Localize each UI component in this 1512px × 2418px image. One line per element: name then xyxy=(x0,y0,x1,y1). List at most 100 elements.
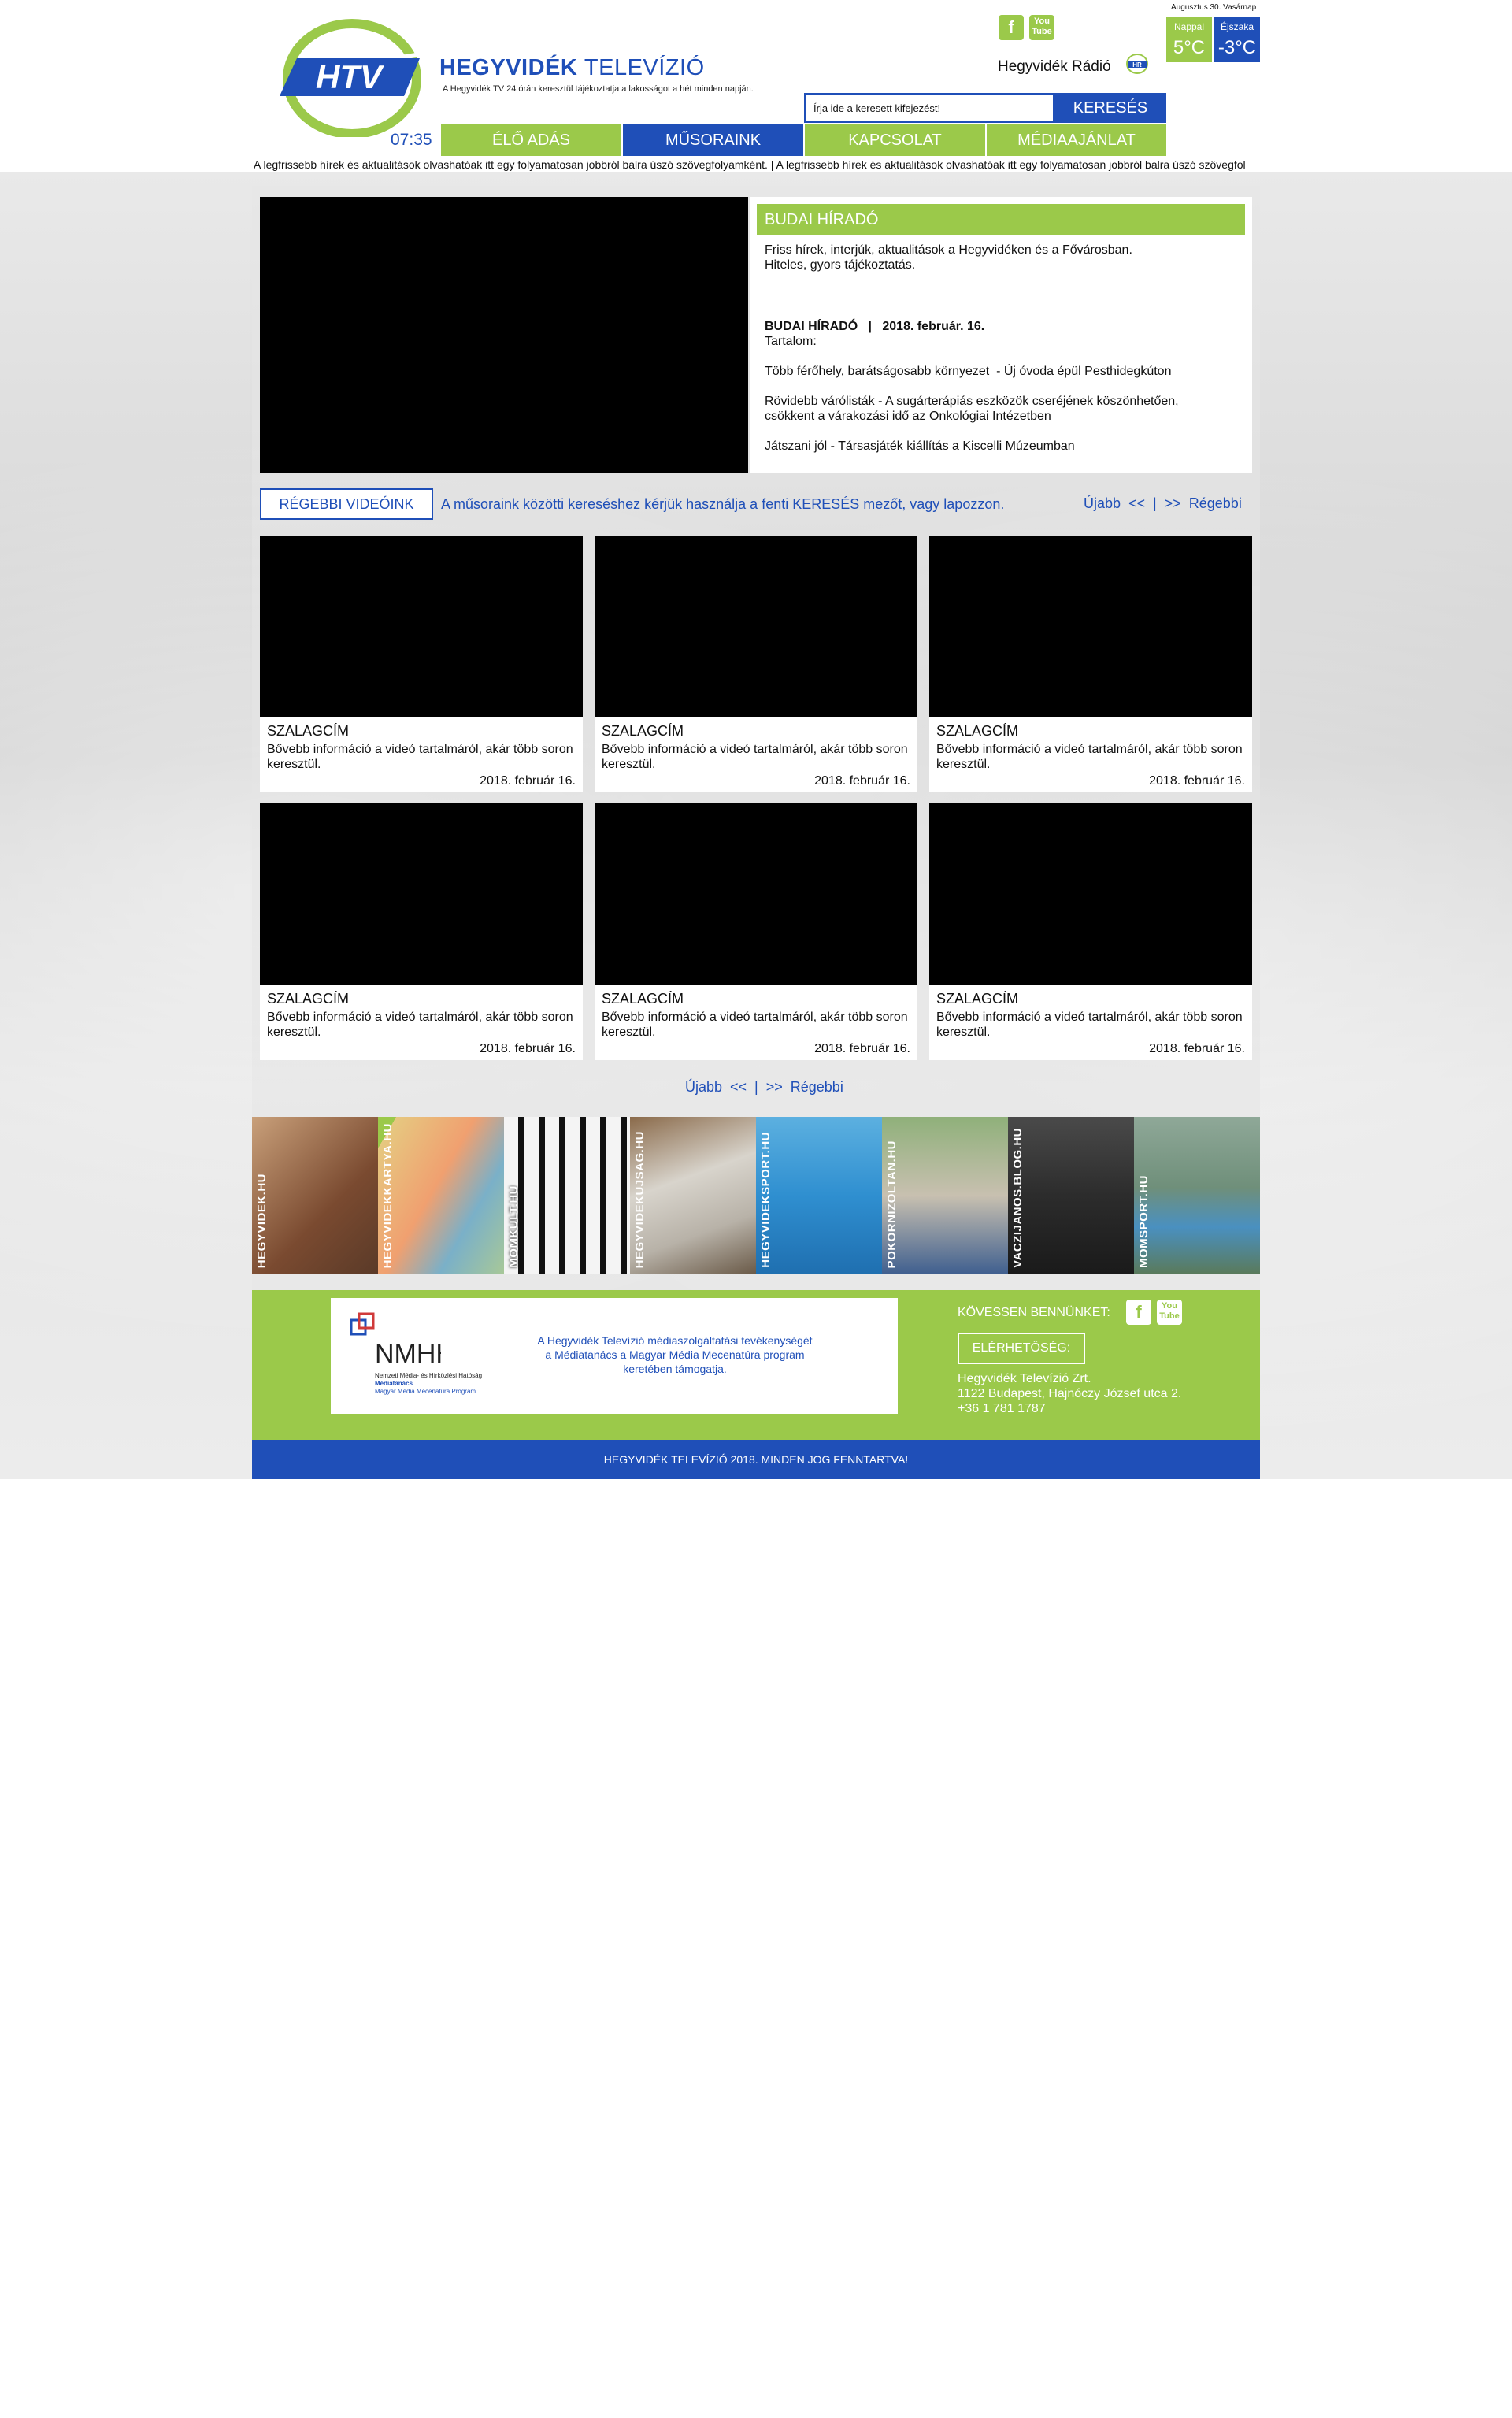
video-card[interactable]: SZALAGCÍM Bővebb információ a videó tart… xyxy=(595,536,917,792)
site-title: HEGYVIDÉK TELEVÍZIÓ xyxy=(439,55,705,81)
search-input[interactable] xyxy=(806,95,1053,121)
current-date: Augusztus 30. Vasárnap xyxy=(1171,3,1257,12)
nmhh-name: Nemzeti Média- és Hírközlési Hatóság Méd… xyxy=(375,1372,482,1396)
feature-item-3[interactable]: Játszani jól - Társasjáték kiállítás a K… xyxy=(765,439,1075,454)
video-card-date: 2018. február 16. xyxy=(814,1042,910,1055)
banner-momsport[interactable]: MOMSPORT.HU xyxy=(1134,1117,1260,1274)
feature-item-1[interactable]: Több férőhely, barátságosabb környezet -… xyxy=(765,364,1171,379)
news-ticker: A legfrissebb hírek és aktualitások olva… xyxy=(254,158,1246,171)
partner-banners: HEGYVIDEK.HU HEGYVIDEKKARTYA.HU MOMKULT.… xyxy=(252,1117,1260,1274)
site-title-bold: HEGYVIDÉK xyxy=(439,55,578,80)
contact-button[interactable]: ELÉRHETŐSÉG: xyxy=(958,1333,1085,1364)
radio-logo-icon[interactable]: HR xyxy=(1125,52,1149,76)
banner-vaczijanos[interactable]: VACZIJANOS.BLOG.HU xyxy=(1008,1117,1134,1274)
company-name: Hegyvidék Televízió Zrt. xyxy=(958,1372,1091,1385)
feature-contents-label: Tartalom: xyxy=(765,335,817,348)
nmhh-name-line-2: Médiatanács xyxy=(375,1380,413,1387)
video-card[interactable]: SZALAGCÍM Bővebb információ a videó tart… xyxy=(929,803,1252,1060)
facebook-icon[interactable]: f xyxy=(1126,1300,1151,1325)
feature-title: BUDAI HÍRADÓ xyxy=(757,204,1245,235)
video-thumbnail[interactable] xyxy=(260,803,583,985)
older-videos-button[interactable]: RÉGEBBI VIDEÓINK xyxy=(260,488,433,520)
nav-item-programs[interactable]: MŰSORAINK xyxy=(623,124,803,156)
banner-label: HEGYVIDEKUJSAG.HU xyxy=(633,1130,647,1268)
banner-label: HEGYVIDEK.HU xyxy=(255,1173,269,1268)
video-card-title[interactable]: SZALAGCÍM xyxy=(267,991,349,1007)
feature-item-2b[interactable]: csökkent a várakozási idő az Onkológiai … xyxy=(765,409,1051,424)
banner-label: HEGYVIDEKKARTYA.HU xyxy=(381,1122,395,1268)
feature-video-player[interactable] xyxy=(260,197,748,473)
video-card[interactable]: SZALAGCÍM Bővebb információ a videó tart… xyxy=(260,803,583,1060)
banner-label: VACZIJANOS.BLOG.HU xyxy=(1011,1128,1025,1268)
video-thumbnail[interactable] xyxy=(929,803,1252,985)
feature-episode: BUDAI HÍRADÓ | 2018. február. 16. xyxy=(765,320,985,333)
pager-bottom[interactable]: Újabb << | >> Régebbi xyxy=(685,1079,843,1096)
company-phone: +36 1 781 1787 xyxy=(958,1402,1046,1415)
site-tagline: A Hegyvidék TV 24 órán keresztül tájékoz… xyxy=(443,84,754,94)
video-card-title[interactable]: SZALAGCÍM xyxy=(267,723,349,740)
weather-day: Nappal 5°C xyxy=(1166,17,1212,62)
feature-info-panel xyxy=(750,197,1252,473)
facebook-icon[interactable]: f xyxy=(999,15,1024,40)
video-card-desc: Bővebb információ a videó tartalmáról, a… xyxy=(936,1011,1243,1039)
clock: 07:35 xyxy=(391,131,432,149)
banner-pokornizoltan[interactable]: POKORNIZOLTAN.HU xyxy=(882,1117,1008,1274)
banner-momkult[interactable]: MOMKULT.HU xyxy=(504,1117,630,1274)
nav-item-contact[interactable]: KAPCSOLAT xyxy=(805,124,985,156)
banner-hegyvidek[interactable]: HEGYVIDEK.HU xyxy=(252,1117,378,1274)
nmhh-support-text: A Hegyvidék Televízió médiaszolgáltatási… xyxy=(537,1334,813,1375)
video-card-desc: Bővebb információ a videó tartalmáról, a… xyxy=(267,1011,573,1039)
banner-label: HEGYVIDEKSPORT.HU xyxy=(759,1132,773,1268)
video-card-date: 2018. február 16. xyxy=(1149,1042,1245,1055)
video-card-title[interactable]: SZALAGCÍM xyxy=(602,723,684,740)
feature-description-1: Friss hírek, interjúk, aktualitások a He… xyxy=(765,243,1132,257)
pager-top[interactable]: Újabb << | >> Régebbi xyxy=(1084,495,1242,512)
search-box xyxy=(804,93,1054,123)
video-card-title[interactable]: SZALAGCÍM xyxy=(602,991,684,1007)
video-card-desc: Bővebb információ a videó tartalmáról, a… xyxy=(602,743,908,771)
banner-hegyvidekkartya[interactable]: HEGYVIDEKKARTYA.HU xyxy=(378,1117,504,1274)
svg-text:HTV: HTV xyxy=(316,58,384,95)
main-nav: ÉLŐ ADÁS MŰSORAINK KAPCSOLAT MÉDIAAJÁNLA… xyxy=(441,124,1166,156)
weather-night-temp: -3°C xyxy=(1217,37,1257,58)
video-thumbnail[interactable] xyxy=(929,536,1252,717)
banner-label: MOMSPORT.HU xyxy=(1137,1175,1151,1268)
banner-hegyvideksport[interactable]: HEGYVIDEKSPORT.HU xyxy=(756,1117,882,1274)
video-thumbnail[interactable] xyxy=(260,536,583,717)
video-card-date: 2018. február 16. xyxy=(1149,774,1245,788)
feature-item-2a[interactable]: Rövidebb várólisták - A sugárterápiás es… xyxy=(765,394,1179,409)
copyright-bar: HEGYVIDÉK TELEVÍZIÓ 2018. MINDEN JOG FEN… xyxy=(252,1440,1260,1479)
video-card[interactable]: SZALAGCÍM Bővebb információ a videó tart… xyxy=(595,803,917,1060)
weather-day-label: Nappal xyxy=(1173,21,1205,32)
company-address: 1122 Budapest, Hajnóczy József utca 2. xyxy=(958,1387,1182,1400)
video-card-date: 2018. február 16. xyxy=(480,774,576,788)
video-card-date: 2018. február 16. xyxy=(480,1042,576,1055)
youtube-icon[interactable]: You Tube xyxy=(1029,15,1054,40)
video-thumbnail[interactable] xyxy=(595,803,917,985)
video-card[interactable]: SZALAGCÍM Bővebb információ a videó tart… xyxy=(929,536,1252,792)
video-card-title[interactable]: SZALAGCÍM xyxy=(936,991,1018,1007)
banner-label: MOMKULT.HU xyxy=(507,1185,521,1268)
nav-item-live[interactable]: ÉLŐ ADÁS xyxy=(441,124,621,156)
weather-day-temp: 5°C xyxy=(1173,37,1206,58)
htv-logo[interactable]: HTV xyxy=(280,19,421,137)
site-title-light: TELEVÍZIÓ xyxy=(584,55,705,80)
nmhh-name-line-1: Nemzeti Média- és Hírközlési Hatóság xyxy=(375,1372,483,1379)
video-card-title[interactable]: SZALAGCÍM xyxy=(936,723,1018,740)
banner-hegyvidekujsag[interactable]: HEGYVIDEKUJSAG.HU xyxy=(630,1117,756,1274)
svg-text:HR: HR xyxy=(1132,61,1142,69)
video-thumbnail[interactable] xyxy=(595,536,917,717)
weather-night: Éjszaka -3°C xyxy=(1214,17,1260,62)
youtube-icon[interactable]: You Tube xyxy=(1157,1300,1182,1325)
video-card-desc: Bővebb információ a videó tartalmáról, a… xyxy=(267,743,573,771)
weather-night-label: Éjszaka xyxy=(1220,21,1254,32)
radio-link[interactable]: Hegyvidék Rádió xyxy=(998,58,1111,76)
banner-label: POKORNIZOLTAN.HU xyxy=(885,1140,899,1268)
search-button[interactable]: KERESÉS xyxy=(1054,93,1166,123)
video-card-desc: Bővebb információ a videó tartalmáról, a… xyxy=(936,743,1243,771)
nmhh-logo: NMHH xyxy=(350,1312,441,1369)
nav-item-media-offer[interactable]: MÉDIAAJÁNLAT xyxy=(987,124,1166,156)
video-card-date: 2018. február 16. xyxy=(814,774,910,788)
svg-text:NMHH: NMHH xyxy=(375,1339,441,1369)
video-card[interactable]: SZALAGCÍM Bővebb információ a videó tart… xyxy=(260,536,583,792)
